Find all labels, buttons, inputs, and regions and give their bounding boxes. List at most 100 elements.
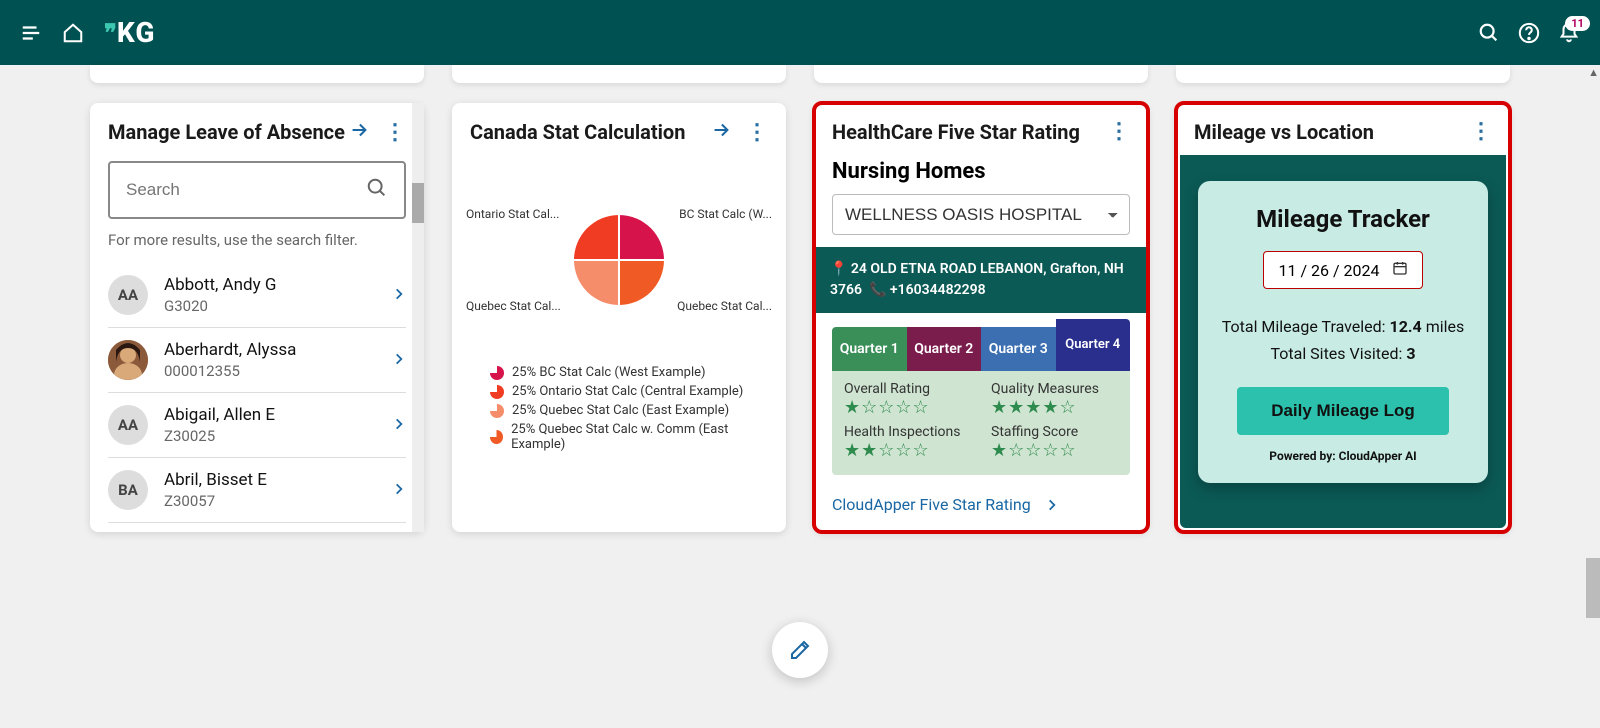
chevron-right-icon <box>392 481 406 500</box>
daily-mileage-log-button[interactable]: Daily Mileage Log <box>1237 387 1449 435</box>
header-left: ❞ KG <box>20 16 155 49</box>
person-info: Abril, Bisset E Z30057 <box>164 470 392 510</box>
calendar-icon <box>1392 260 1408 280</box>
facility-select[interactable]: WELLNESS OASIS HOSPITAL <box>832 194 1130 235</box>
search-icon[interactable] <box>1478 22 1500 44</box>
search-hint: For more results, use the search filter. <box>108 231 406 249</box>
person-id: 000012355 <box>164 362 392 380</box>
card-manage-leave: Manage Leave of Absence ⋮ For more resul… <box>90 103 424 532</box>
open-icon[interactable] <box>348 119 370 145</box>
star-rating: ★☆☆☆☆ <box>844 397 971 418</box>
app-logo[interactable]: ❞ KG <box>104 16 155 49</box>
star-rating: ★☆☆☆☆ <box>991 440 1118 461</box>
page-scrollbar-thumb[interactable] <box>1586 558 1600 618</box>
legend-label: 25% Quebec Stat Calc (East Example) <box>512 403 729 418</box>
card-title: Canada Stat Calculation <box>470 119 685 145</box>
card-canada-stat: Canada Stat Calculation ⋮ Ontario Stat C… <box>452 103 786 532</box>
notifications-icon[interactable]: 11 <box>1558 22 1580 44</box>
legend-label: 25% Quebec Stat Calc w. Comm (East Examp… <box>511 422 768 452</box>
person-row[interactable]: BA Abril, Bisset E Z30057 <box>108 458 406 523</box>
person-row[interactable]: Aberhardt, Alyssa 000012355 <box>108 328 406 393</box>
card-menu-icon[interactable]: ⋮ <box>746 120 768 145</box>
card-scrollbar-thumb[interactable] <box>412 183 424 223</box>
dashboard-grid: Manage Leave of Absence ⋮ For more resul… <box>0 73 1600 562</box>
card-healthcare-rating: HealthCare Five Star Rating ⋮ Nursing Ho… <box>814 103 1148 532</box>
legend-label: 25% Ontario Stat Calc (Central Example) <box>512 384 743 399</box>
powered-by: Powered by: CloudApper AI <box>1218 449 1468 463</box>
legend-item: 25% Ontario Stat Calc (Central Example) <box>490 384 768 399</box>
logo-dots-icon: ❞ <box>104 19 115 47</box>
facility-phone: +16034482298 <box>890 282 986 298</box>
avatar-initials: AA <box>108 275 148 315</box>
date-input[interactable]: 11 / 26 / 2024 <box>1263 251 1422 289</box>
notification-badge: 11 <box>1565 16 1590 31</box>
metric-label: Quality Measures <box>991 381 1118 397</box>
chevron-right-icon <box>392 351 406 370</box>
home-icon[interactable] <box>62 22 84 44</box>
person-name: Abril, Bisset E <box>164 470 392 490</box>
person-id: Z30057 <box>164 492 392 510</box>
card-menu-icon[interactable]: ⋮ <box>1470 119 1492 144</box>
search-input[interactable] <box>126 180 356 200</box>
person-row[interactable]: AA Abbott, Andy GG3020 <box>108 263 406 328</box>
five-star-link[interactable]: CloudApper Five Star Rating <box>832 495 1130 514</box>
avatar-photo <box>108 340 148 380</box>
help-icon[interactable] <box>1518 22 1540 44</box>
mileage-tracker-panel: Mileage Tracker 11 / 26 / 2024 Total Mil… <box>1198 181 1488 483</box>
metric-label: Health Inspections <box>844 424 971 440</box>
tab-quarter-4[interactable]: Quarter 4 <box>1056 319 1131 371</box>
person-row[interactable]: AA Abigail, Allen E Z30025 <box>108 393 406 458</box>
metric-label: Overall Rating <box>844 381 971 397</box>
facility-banner: 📍 24 OLD ETNA ROAD LEBANON, Grafton, NH … <box>814 247 1148 313</box>
search-input-wrap[interactable] <box>108 161 406 219</box>
logo-text: KG <box>117 16 156 49</box>
metric-label: Staffing Score <box>991 424 1118 440</box>
avatar-initials: AA <box>108 405 148 445</box>
phone-icon: 📞 <box>869 282 886 298</box>
quarter-tabs: Quarter 1 Quarter 2 Quarter 3 Quarter 4 <box>832 327 1130 371</box>
pie-graphic <box>574 215 664 305</box>
tab-quarter-3[interactable]: Quarter 3 <box>981 327 1056 371</box>
pie-label: BC Stat Calc (W... <box>679 207 772 221</box>
avatar-initials: BA <box>108 470 148 510</box>
pie-label: Ontario Stat Cal... <box>466 207 559 221</box>
date-value: 11 / 26 / 2024 <box>1278 261 1379 280</box>
person-id: Z30025 <box>164 427 392 445</box>
tab-quarter-1[interactable]: Quarter 1 <box>832 327 907 371</box>
card-scrollbar[interactable] <box>412 103 424 532</box>
chevron-right-icon <box>392 416 406 435</box>
star-rating: ★★★★☆ <box>991 397 1118 418</box>
legend-label: 25% BC Stat Calc (West Example) <box>512 365 706 380</box>
pie-label: Quebec Stat Cal... <box>677 299 772 313</box>
legend-dot-icon <box>490 366 504 380</box>
person-info: Abigail, Allen E Z30025 <box>164 405 392 445</box>
person-info: Aberhardt, Alyssa 000012355 <box>164 340 392 380</box>
card-menu-icon[interactable]: ⋮ <box>1108 119 1130 144</box>
total-sites-line: Total Sites Visited: 3 <box>1218 344 1468 363</box>
metrics-grid: Overall Rating ★☆☆☆☆ Quality Measures ★★… <box>832 371 1130 475</box>
legend-item: 25% Quebec Stat Calc (East Example) <box>490 403 768 418</box>
card-menu-icon[interactable]: ⋮ <box>384 120 406 145</box>
page-scroll-up-icon[interactable]: ▲ <box>1588 66 1599 79</box>
legend-item: 25% Quebec Stat Calc w. Comm (East Examp… <box>490 422 768 452</box>
person-name: Abigail, Allen E <box>164 405 392 425</box>
tracker-title: Mileage Tracker <box>1218 205 1468 233</box>
location-icon: 📍 <box>830 261 847 277</box>
card-title: HealthCare Five Star Rating <box>832 119 1080 145</box>
app-header: ❞ KG 11 <box>0 0 1600 65</box>
search-field-icon <box>366 177 388 203</box>
person-name: Abbott, Andy G <box>164 275 392 295</box>
chevron-right-icon <box>392 286 406 305</box>
person-info: Abbott, Andy GG3020 <box>164 275 392 315</box>
person-name: Aberhardt, Alyssa <box>164 340 392 360</box>
edit-fab[interactable] <box>772 622 828 678</box>
star-rating: ★★☆☆☆ <box>844 440 971 461</box>
open-icon[interactable] <box>710 119 732 145</box>
legend-dot-icon <box>490 385 504 399</box>
menu-icon[interactable] <box>20 22 42 44</box>
healthcare-subtitle: Nursing Homes <box>832 159 1130 184</box>
card-title: Mileage vs Location <box>1194 119 1374 145</box>
tab-quarter-2[interactable]: Quarter 2 <box>907 327 982 371</box>
legend-item: 25% BC Stat Calc (West Example) <box>490 365 768 380</box>
legend-dot-icon <box>490 430 503 444</box>
